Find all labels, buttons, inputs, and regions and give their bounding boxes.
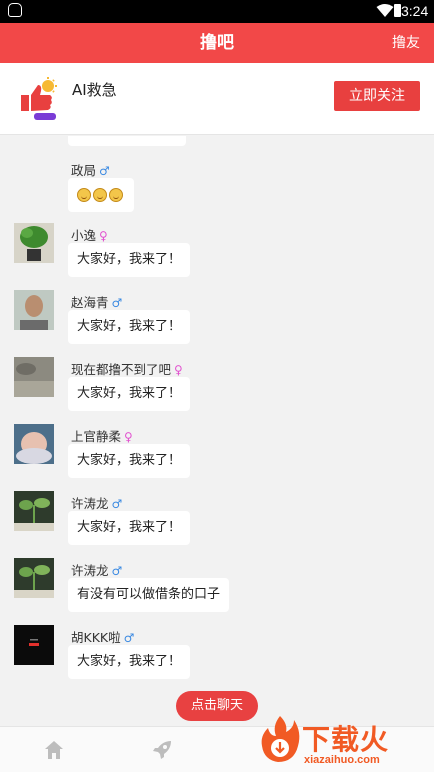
male-icon: ♂ [111,564,123,578]
list-item: 小逸 ♀ 大家好，我来了！ [0,223,434,289]
male-icon: ♂ [123,631,135,645]
watermark-text: 下载火 [302,723,390,756]
message-bubble: 大家好，我来了！ [68,377,191,411]
user-name[interactable]: 许涛龙 ♂ [71,560,122,579]
tab-home[interactable] [24,727,84,772]
status-bar: 3:24 [0,0,434,23]
list-item: 上官静柔 ♀ 大家好，我来了！ [0,424,434,490]
avatar[interactable] [14,491,54,531]
user-name[interactable]: 小逸 ♀ [71,225,108,244]
male-icon: ♂ [111,296,123,310]
user-name[interactable]: 许涛龙 ♂ [71,493,122,512]
female-icon: ♀ [174,363,183,377]
wifi-icon [376,4,394,17]
avatar[interactable] [14,290,54,330]
watermark-url: xiazaihuo.com [304,754,380,766]
user-name[interactable]: 政局 ♂ [71,160,110,179]
rocket-icon [153,741,171,759]
watermark-logo-icon [261,716,300,762]
avatar[interactable] [14,625,54,665]
list-item: 许涛龙 ♂ 大家好，我来了！ [0,491,434,557]
message-bubble: 大家好，我来了！ [68,511,191,545]
page-title: 撸吧 [200,33,234,53]
message-bubble [68,178,134,212]
follow-button[interactable]: 立即关注 [334,81,420,111]
avatar[interactable] [14,223,54,263]
male-icon: ♂ [111,497,123,511]
avatar[interactable] [14,424,54,464]
emoji-icon [77,187,91,202]
status-time: 3:24 [401,3,429,19]
message-bubble: 有没有可以做借条的口子 [68,578,230,612]
chat-button[interactable]: 点击聊天 [176,691,258,721]
battery-icon [394,4,401,17]
home-icon [45,741,63,759]
message-list[interactable]: 政局 ♂ 小逸 ♀ 大家好，我来了！ 赵海青 ♂ 大家好，我来了！ 现在都撸不到了吧 ♀… [0,136,434,726]
list-item: 许涛龙 ♂ 有没有可以做借条的口子 [0,558,434,624]
topic-header: AI救急 立即关注 [0,63,434,135]
message-bubble: 大家好，我来了！ [68,243,191,277]
user-name[interactable]: 上官静柔 ♀ [71,426,133,445]
title-bar: 撸吧 撸友 [0,23,434,63]
topic-logo [21,77,57,120]
male-icon: ♂ [99,164,110,178]
female-icon: ♀ [99,229,108,243]
message-bubble: 大家好，我来了！ [68,310,191,344]
list-item: 现在都撸不到了吧 ♀ 大家好，我来了！ [0,357,434,423]
message-bubble [68,136,186,146]
user-name[interactable]: 现在都撸不到了吧 ♀ [71,359,183,378]
user-name[interactable]: 赵海青 ♂ [71,292,122,311]
android-icon [8,3,22,17]
avatar[interactable] [14,558,54,598]
message-bubble: 大家好，我来了！ [68,645,191,679]
list-item: 赵海青 ♂ 大家好，我来了！ [0,290,434,356]
list-item: 政局 ♂ [0,158,434,224]
emoji-icon [109,187,123,202]
tab-discover[interactable] [132,727,192,772]
emoji-icon [93,187,107,202]
watermark: 下载火 xiazaihuo.com [258,714,434,772]
user-name[interactable]: 胡KKK啦 ♂ [71,627,134,646]
message-bubble: 大家好，我来了！ [68,444,191,478]
avatar[interactable] [14,357,54,397]
list-item: 胡KKK啦 ♂ 大家好，我来了！ [0,625,434,691]
topic-name: AI救急 [72,81,117,99]
female-icon: ♀ [124,430,133,444]
friends-button[interactable]: 撸友 [392,23,420,63]
